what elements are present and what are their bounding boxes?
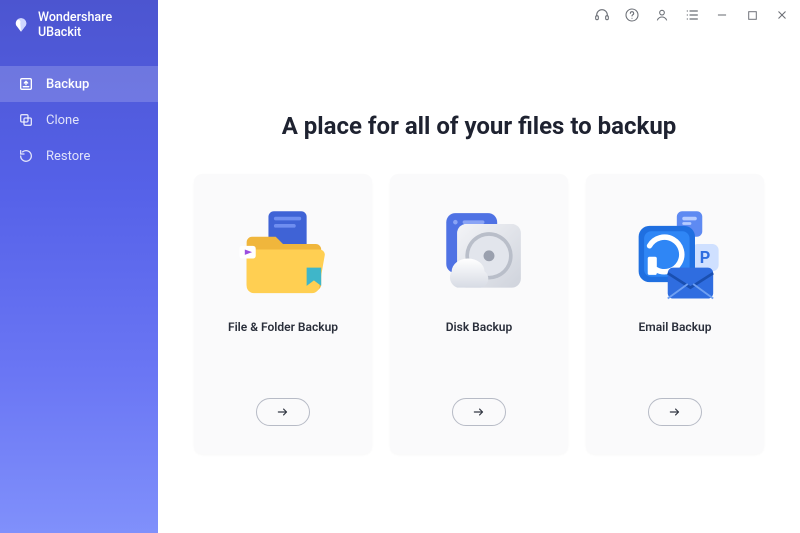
sidebar-item-label: Clone <box>46 113 79 128</box>
restore-icon <box>18 148 34 164</box>
help-icon[interactable] <box>624 7 640 23</box>
folder-graphic-icon <box>228 204 338 304</box>
menu-list-icon[interactable] <box>684 7 700 23</box>
page-headline: A place for all of your files to backup <box>282 112 677 140</box>
sidebar-item-label: Restore <box>46 149 90 164</box>
support-icon[interactable] <box>594 7 610 23</box>
sidebar-item-clone[interactable]: Clone <box>0 102 158 138</box>
email-graphic-icon: P <box>620 204 730 304</box>
card-title: Disk Backup <box>446 320 513 334</box>
card-file-folder-backup[interactable]: File & Folder Backup <box>194 174 372 454</box>
maximize-icon[interactable] <box>744 7 760 23</box>
logo-icon <box>12 16 30 34</box>
brand-name: Wondershare UBackit <box>38 10 146 40</box>
content: A place for all of your files to backup <box>158 30 800 533</box>
disk-graphic-icon <box>424 204 534 304</box>
user-icon[interactable] <box>654 7 670 23</box>
card-arrow-button[interactable] <box>452 398 506 426</box>
sidebar-item-backup[interactable]: Backup <box>0 66 158 102</box>
card-title: File & Folder Backup <box>228 320 338 334</box>
main: A place for all of your files to backup <box>158 0 800 533</box>
minimize-icon[interactable] <box>714 7 730 23</box>
svg-text:P: P <box>700 248 711 267</box>
titlebar <box>158 0 800 30</box>
brand: Wondershare UBackit <box>0 0 158 54</box>
card-email-backup[interactable]: P Email Backup <box>586 174 764 454</box>
backup-icon <box>18 76 34 92</box>
card-arrow-button[interactable] <box>648 398 702 426</box>
sidebar-nav: Backup Clone Restore <box>0 54 158 174</box>
sidebar-item-label: Backup <box>46 77 89 92</box>
sidebar: Wondershare UBackit Backup Clone <box>0 0 158 533</box>
card-title: Email Backup <box>639 320 712 334</box>
sidebar-item-restore[interactable]: Restore <box>0 138 158 174</box>
close-icon[interactable] <box>774 7 790 23</box>
cards-row: File & Folder Backup <box>194 174 764 454</box>
card-disk-backup[interactable]: Disk Backup <box>390 174 568 454</box>
card-arrow-button[interactable] <box>256 398 310 426</box>
clone-icon <box>18 112 34 128</box>
